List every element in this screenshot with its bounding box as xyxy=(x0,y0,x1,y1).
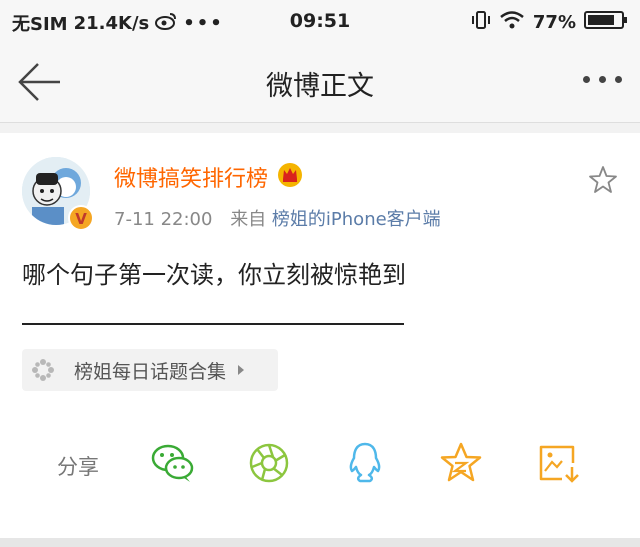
page-title: 微博正文 xyxy=(266,71,374,102)
status-bar: 无SIM 21.4K/s ••• 09:51 77% xyxy=(0,0,640,42)
post-source[interactable]: 榜姐的iPhone客户端 xyxy=(272,209,441,230)
qq-icon xyxy=(349,442,381,483)
chevron-right-icon xyxy=(238,365,245,375)
vibrate-icon xyxy=(471,9,491,36)
moments-icon xyxy=(249,443,289,483)
post-meta: 7-11 22:00 来自 榜姐的iPhone客户端 xyxy=(114,205,441,231)
save-image-button[interactable] xyxy=(536,441,582,485)
share-moments-button[interactable] xyxy=(246,441,292,485)
topic-icon xyxy=(22,349,64,391)
star-outline-icon xyxy=(589,166,617,193)
nav-bar: 微博正文 xyxy=(0,42,640,123)
battery-icon xyxy=(584,10,628,35)
star-share-icon xyxy=(440,442,482,482)
post-date: 7-11 22:00 xyxy=(114,209,213,230)
topic-chip[interactable]: 榜姐每日话题合集 xyxy=(22,349,278,391)
more-dot xyxy=(583,76,590,83)
crown-icon xyxy=(276,161,304,193)
save-to-album-icon xyxy=(539,445,579,483)
author-name[interactable]: 微博搞笑排行榜 xyxy=(114,161,268,193)
share-favorite-button[interactable] xyxy=(438,441,484,485)
post-text: 哪个句子第一次读，你立刻被惊艳到 xyxy=(22,261,406,289)
share-label: 分享 xyxy=(57,455,99,479)
battery-level: 77% xyxy=(532,12,576,33)
author-row: 微博搞笑排行榜 xyxy=(114,161,304,193)
verified-badge-icon: V xyxy=(68,205,94,231)
bottom-divider xyxy=(0,538,640,547)
more-dot xyxy=(615,76,622,83)
status-right: 77% xyxy=(471,9,628,36)
more-options-button[interactable] xyxy=(583,76,622,83)
share-row: 分享 xyxy=(0,433,640,493)
post-card: V 微博搞笑排行榜 7-11 22:00 来自 榜姐的iPhone客户端 哪个句… xyxy=(0,133,640,538)
share-wechat-button[interactable] xyxy=(150,441,196,485)
favorite-star-button[interactable] xyxy=(588,165,618,195)
wifi-icon xyxy=(499,10,525,35)
text-underline xyxy=(22,323,404,325)
share-qq-button[interactable] xyxy=(342,441,388,485)
wechat-icon xyxy=(151,444,194,482)
more-dot xyxy=(599,76,606,83)
from-label: 来自 xyxy=(230,209,267,230)
topic-label: 榜姐每日话题合集 xyxy=(74,360,227,383)
